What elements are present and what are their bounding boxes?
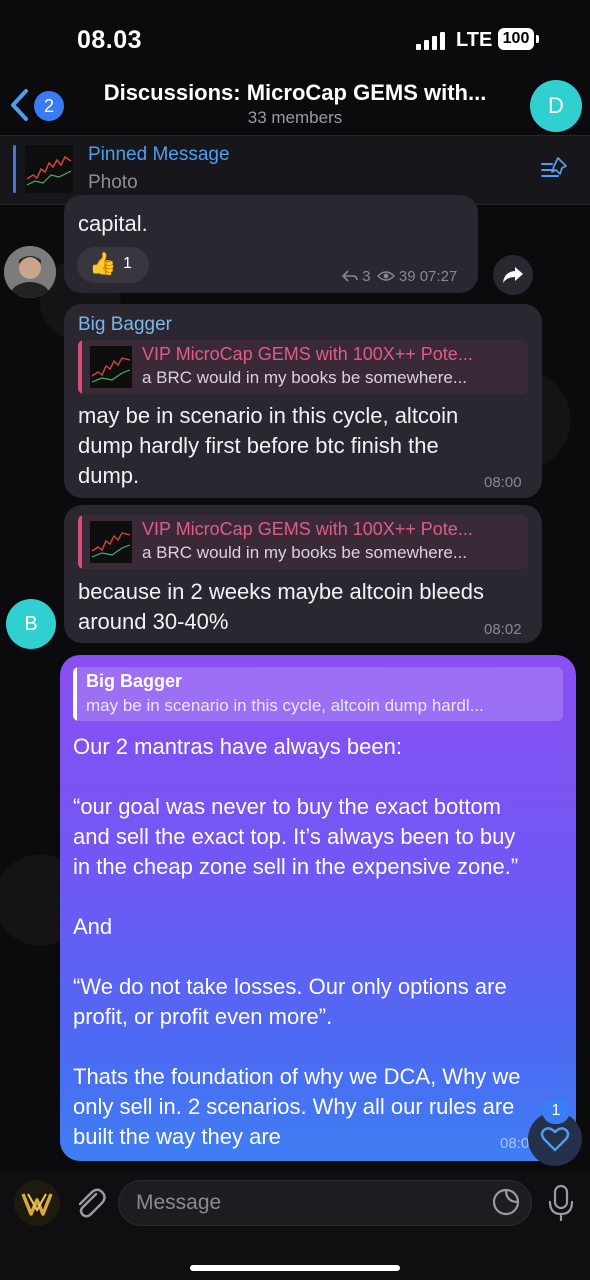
message-text-line: “We do not take losses. Our only options… bbox=[73, 974, 507, 999]
reply-thumbnail bbox=[90, 521, 132, 563]
message-text-line: only sell in. 2 scenarios. Why all our r… bbox=[73, 1094, 515, 1119]
reply-text: may be in scenario in this cycle, altcoi… bbox=[86, 696, 484, 715]
reaction-count: 1 bbox=[123, 255, 132, 272]
message-time: 07:27 bbox=[419, 268, 458, 285]
group-avatar[interactable]: D bbox=[530, 80, 582, 132]
paperclip-icon[interactable] bbox=[72, 1184, 106, 1220]
reply-preview[interactable]: VIP MicroCap GEMS with 100X++ Pote... a … bbox=[78, 340, 528, 394]
pin-list-icon[interactable] bbox=[540, 156, 570, 182]
reply-preview[interactable]: Big Bagger may be in scenario in this cy… bbox=[73, 667, 563, 721]
status-bar: 08.03 LTE 100 bbox=[0, 0, 590, 80]
message-text-line: dump. bbox=[78, 463, 140, 488]
back-button[interactable]: 2 bbox=[8, 88, 64, 124]
reaction-chip[interactable]: 👍 1 bbox=[77, 247, 149, 283]
message-text-line: dump hardly first before btc finish the bbox=[78, 433, 439, 458]
thumbs-up-icon: 👍 bbox=[89, 251, 117, 276]
message-text-line: Thats the foundation of why we DCA, Why … bbox=[73, 1064, 521, 1089]
chat-header: 2 Discussions: MicroCap GEMS with... 33 … bbox=[0, 72, 590, 136]
reply-thumbnail bbox=[90, 346, 132, 388]
reactions-badge: 1 bbox=[542, 1098, 570, 1124]
reply-text: a BRC would in my books be somewhere... bbox=[142, 543, 468, 562]
view-count: 39 bbox=[398, 268, 416, 285]
reply-preview[interactable]: VIP MicroCap GEMS with 100X++ Pote... a … bbox=[78, 515, 528, 569]
outgoing-message-bubble[interactable]: Big Bagger may be in scenario in this cy… bbox=[60, 655, 576, 1161]
reply-bar bbox=[78, 515, 82, 569]
home-indicator bbox=[190, 1265, 400, 1271]
message-text-line: And bbox=[73, 914, 113, 939]
message-text-line: around 30-40% bbox=[78, 609, 229, 634]
message-time: 08:0 bbox=[500, 1135, 530, 1152]
message-text-line: and sell the exact top. It’s always been… bbox=[73, 824, 516, 849]
message-text-line: may be in scenario in this cycle, altcoi… bbox=[78, 403, 459, 428]
message-bubble[interactable]: Big Bagger VIP MicroCap GEMS with 100X++… bbox=[64, 304, 542, 498]
signal-icon bbox=[416, 30, 446, 50]
sender-avatar[interactable]: B bbox=[6, 599, 56, 649]
unread-badge: 2 bbox=[34, 91, 64, 121]
reply-icon bbox=[341, 270, 358, 282]
reply-title: Big Bagger bbox=[86, 671, 183, 691]
reply-count: 3 bbox=[362, 268, 371, 285]
message-text: capital. bbox=[78, 211, 148, 236]
eye-icon bbox=[376, 271, 395, 281]
message-input-bar: Message bbox=[0, 1170, 590, 1280]
message-text-line: in the cheap zone sell in the expensive … bbox=[73, 854, 519, 879]
status-time: 08.03 bbox=[77, 26, 143, 54]
message-text-line: profit, or profit even more”. bbox=[73, 1004, 333, 1029]
pinned-subtitle: Photo bbox=[88, 172, 138, 193]
pinned-title: Pinned Message bbox=[88, 144, 230, 165]
pinned-thumbnail bbox=[25, 145, 73, 193]
reply-title: VIP MicroCap GEMS with 100X++ Pote... bbox=[142, 519, 473, 539]
message-bubble[interactable]: VIP MicroCap GEMS with 100X++ Pote... a … bbox=[64, 505, 542, 643]
sticker-icon[interactable] bbox=[492, 1188, 520, 1216]
battery-icon: 100 bbox=[498, 28, 534, 50]
message-time: 08:00 bbox=[484, 474, 522, 491]
member-count: 33 members bbox=[247, 108, 343, 127]
battery-tip bbox=[536, 35, 539, 43]
share-icon bbox=[503, 267, 523, 283]
network-type: LTE bbox=[456, 29, 493, 51]
forward-button[interactable] bbox=[493, 255, 533, 295]
chevron-left-icon bbox=[11, 89, 28, 121]
reply-bar bbox=[78, 340, 82, 394]
message-time: 08:02 bbox=[484, 621, 522, 638]
reply-text: a BRC would in my books be somewhere... bbox=[142, 368, 468, 387]
microphone-icon[interactable] bbox=[548, 1184, 574, 1222]
message-text-line: “our goal was never to buy the exact bot… bbox=[73, 794, 502, 819]
message-input[interactable]: Message bbox=[118, 1180, 532, 1226]
message-text-line: built the way they are bbox=[73, 1124, 281, 1149]
reply-bar bbox=[73, 667, 77, 721]
chat-title[interactable]: Discussions: MicroCap GEMS with... bbox=[80, 80, 510, 106]
sender-avatar[interactable] bbox=[4, 246, 56, 298]
message-meta: 3 39 07:27 bbox=[341, 268, 458, 285]
message-bubble[interactable]: capital. 👍 1 3 39 07:27 bbox=[64, 195, 478, 293]
message-text-line: because in 2 weeks maybe altcoin bleeds bbox=[78, 579, 485, 604]
bot-logo-icon[interactable] bbox=[14, 1180, 60, 1226]
reply-title: VIP MicroCap GEMS with 100X++ Pote... bbox=[142, 344, 473, 364]
message-text-line: Our 2 mantras have always been: bbox=[73, 734, 402, 759]
sender-name[interactable]: Big Bagger bbox=[78, 314, 172, 336]
pinned-indicator bbox=[13, 145, 16, 193]
message-placeholder: Message bbox=[136, 1191, 222, 1214]
